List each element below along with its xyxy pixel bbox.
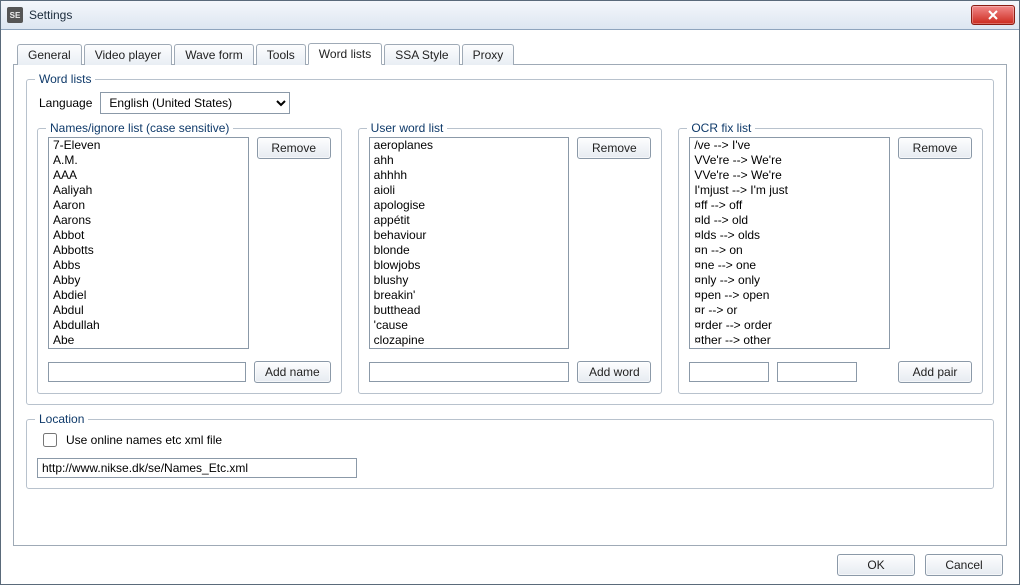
list-item[interactable]: blowjobs [370, 258, 569, 273]
group-user-words-legend: User word list [367, 121, 448, 135]
list-item[interactable]: ¤ld --> old [690, 213, 889, 228]
list-item[interactable]: Abbs [49, 258, 248, 273]
tab-video-player[interactable]: Video player [84, 44, 173, 65]
list-item[interactable]: Aarons [49, 213, 248, 228]
list-item[interactable]: Abby [49, 273, 248, 288]
list-item[interactable]: breakin' [370, 288, 569, 303]
tab-ssa-style[interactable]: SSA Style [384, 44, 459, 65]
list-item[interactable]: ¤pen --> open [690, 288, 889, 303]
list-item[interactable]: ¤ne --> one [690, 258, 889, 273]
list-item[interactable]: /ve --> I've [690, 138, 889, 153]
list-item[interactable]: ¤ther --> other [690, 333, 889, 348]
language-select[interactable]: English (United States) [100, 92, 290, 114]
tab-tools[interactable]: Tools [256, 44, 306, 65]
ocr-add-button[interactable]: Add pair [898, 361, 972, 383]
ok-button[interactable]: OK [837, 554, 915, 576]
list-item[interactable]: A.M. [49, 153, 248, 168]
use-online-names-checkbox[interactable] [43, 433, 57, 447]
list-item[interactable]: Aaron [49, 198, 248, 213]
group-location: Location Use online names etc xml file [26, 419, 994, 489]
settings-window: SE Settings General Video player Wave fo… [0, 0, 1020, 585]
close-icon [988, 10, 998, 20]
list-item[interactable]: AAA [49, 168, 248, 183]
titlebar: SE Settings [1, 1, 1019, 30]
list-item[interactable]: 'cause [370, 318, 569, 333]
user-listbox[interactable]: aeroplanesahhahhhhaioliapologiseappétitb… [369, 137, 570, 349]
list-item[interactable]: ahhhh [370, 168, 569, 183]
list-item[interactable]: Abbotts [49, 243, 248, 258]
group-ocr-fix-legend: OCR fix list [687, 121, 755, 135]
group-ocr-fix: OCR fix list /ve --> I'veVVe're --> We'r… [678, 128, 983, 394]
window-title: Settings [29, 8, 971, 22]
tab-wave-form[interactable]: Wave form [174, 44, 254, 65]
group-names: Names/ignore list (case sensitive) 7-Ele… [37, 128, 342, 394]
list-item[interactable]: blushy [370, 273, 569, 288]
list-item[interactable]: 7-Eleven [49, 138, 248, 153]
list-item[interactable]: ¤n --> on [690, 243, 889, 258]
client-area: General Video player Wave form Tools Wor… [1, 30, 1019, 584]
group-word-lists-legend: Word lists [35, 72, 95, 86]
names-add-input[interactable] [48, 362, 246, 382]
use-online-names-label[interactable]: Use online names etc xml file [66, 433, 222, 447]
list-item[interactable]: ahh [370, 153, 569, 168]
list-item[interactable]: Abbot [49, 228, 248, 243]
list-item[interactable]: blonde [370, 243, 569, 258]
ocr-listbox[interactable]: /ve --> I'veVVe're --> We'reVVe're --> W… [689, 137, 890, 349]
list-item[interactable]: VVe're --> We're [690, 168, 889, 183]
online-names-url-input[interactable] [37, 458, 357, 478]
language-label: Language [39, 96, 92, 110]
ocr-add-left-input[interactable] [689, 362, 769, 382]
app-icon: SE [7, 7, 23, 23]
list-item[interactable]: butthead [370, 303, 569, 318]
user-remove-button[interactable]: Remove [577, 137, 651, 159]
list-item[interactable]: I'mjust --> I'm just [690, 183, 889, 198]
tab-general[interactable]: General [17, 44, 82, 65]
list-item[interactable]: ¤rder --> order [690, 318, 889, 333]
close-button[interactable] [971, 5, 1015, 25]
tab-word-lists[interactable]: Word lists [308, 43, 382, 65]
list-item[interactable]: Abdullah [49, 318, 248, 333]
list-item[interactable]: Aaliyah [49, 183, 248, 198]
list-item[interactable]: appétit [370, 213, 569, 228]
user-add-input[interactable] [369, 362, 570, 382]
list-item[interactable]: aioli [370, 183, 569, 198]
user-add-button[interactable]: Add word [577, 361, 651, 383]
list-item[interactable]: ¤lds --> olds [690, 228, 889, 243]
list-item[interactable]: Abdul [49, 303, 248, 318]
tabpage-word-lists: Word lists Language English (United Stat… [13, 65, 1007, 546]
list-item[interactable]: ¤r --> or [690, 303, 889, 318]
group-names-legend: Names/ignore list (case sensitive) [46, 121, 233, 135]
ocr-add-right-input[interactable] [777, 362, 857, 382]
list-item[interactable]: ¤nly --> only [690, 273, 889, 288]
list-item[interactable]: Abdiel [49, 288, 248, 303]
names-add-button[interactable]: Add name [254, 361, 331, 383]
group-location-legend: Location [35, 412, 88, 426]
list-item[interactable]: apologise [370, 198, 569, 213]
tabstrip: General Video player Wave form Tools Wor… [13, 40, 1007, 65]
group-user-words: User word list aeroplanesahhahhhhaioliap… [358, 128, 663, 394]
list-item[interactable]: VVe're --> We're [690, 153, 889, 168]
list-item[interactable]: behaviour [370, 228, 569, 243]
dialog-buttons: OK Cancel [13, 546, 1007, 576]
list-item[interactable]: clozapine [370, 333, 569, 348]
tab-proxy[interactable]: Proxy [462, 44, 515, 65]
list-item[interactable]: aeroplanes [370, 138, 569, 153]
list-item[interactable]: Abe [49, 333, 248, 348]
names-listbox[interactable]: 7-ElevenA.M.AAAAaliyahAaronAaronsAbbotAb… [48, 137, 249, 349]
ocr-remove-button[interactable]: Remove [898, 137, 972, 159]
cancel-button[interactable]: Cancel [925, 554, 1003, 576]
list-item[interactable]: ¤ff --> off [690, 198, 889, 213]
group-word-lists: Word lists Language English (United Stat… [26, 79, 994, 405]
names-remove-button[interactable]: Remove [257, 137, 331, 159]
